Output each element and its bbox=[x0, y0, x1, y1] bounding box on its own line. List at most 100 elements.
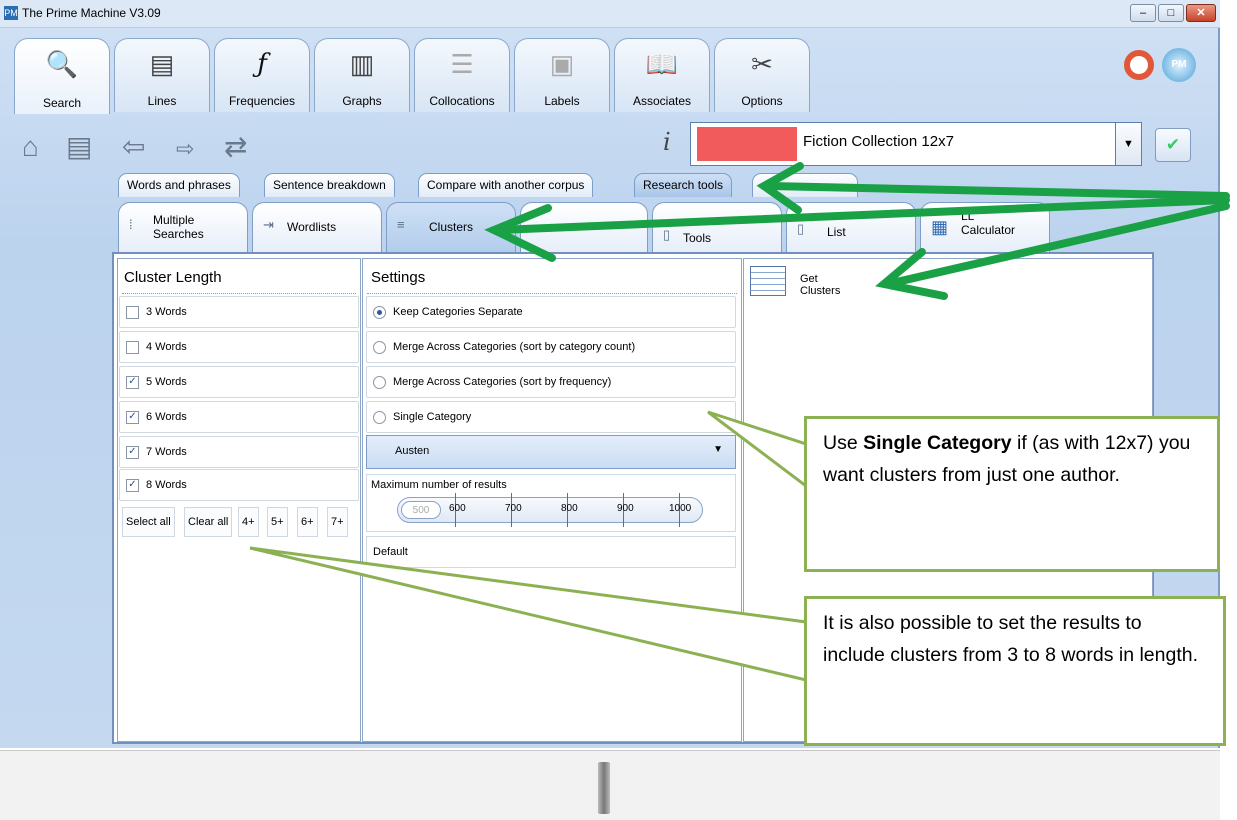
max-results-field: Maximum number of results 600 700 800 90… bbox=[366, 474, 736, 532]
tab-options-label: Options bbox=[741, 94, 783, 108]
radio-button[interactable] bbox=[373, 376, 386, 389]
maximize-button[interactable]: □ bbox=[1158, 4, 1184, 22]
slider-thumb[interactable]: 500 bbox=[401, 501, 441, 519]
slider-tick-label: 900 bbox=[617, 503, 634, 514]
app-icon: PM bbox=[4, 6, 18, 20]
subtab-compare-corpus[interactable]: Compare with another corpus bbox=[418, 173, 594, 197]
title-bar: PM The Prime Machine V3.09 – □ ✕ bbox=[0, 0, 1220, 28]
cluster-option-4[interactable]: 4 Words bbox=[119, 331, 359, 363]
radio-button[interactable] bbox=[373, 411, 386, 424]
six-plus-button[interactable]: 6+ bbox=[297, 507, 318, 537]
tooltab-ll-calculator[interactable]: ▦ LL Calculator bbox=[920, 202, 1050, 252]
info-icon[interactable]: i bbox=[663, 128, 671, 156]
category-select[interactable]: Austen ▼ bbox=[366, 435, 736, 469]
collocations-icon: ☰ bbox=[450, 49, 474, 79]
tab-labels-label: Labels bbox=[544, 94, 580, 108]
callout-cluster-length: It is also possible to set the results t… bbox=[804, 596, 1226, 746]
add-list-icon[interactable]: ▤ bbox=[66, 132, 92, 162]
home-icon[interactable]: ⌂ bbox=[22, 132, 39, 162]
cluster-option-3[interactable]: 3 Words bbox=[119, 296, 359, 328]
minimize-button[interactable]: – bbox=[1130, 4, 1156, 22]
connect-corpus-icon[interactable]: ✔ bbox=[1155, 128, 1191, 162]
tooltab-tools[interactable]: ▯ Tools bbox=[652, 202, 782, 252]
cluster-option-7[interactable]: ✓ 7 Words bbox=[119, 436, 359, 468]
cluster-option-5[interactable]: ✓ 5 Words bbox=[119, 366, 359, 398]
divider bbox=[122, 293, 356, 294]
wordlists-icon: ⇥ bbox=[263, 217, 274, 232]
checkbox[interactable] bbox=[126, 306, 139, 319]
slider-tick-label: 800 bbox=[561, 503, 578, 514]
corpus-name: Fiction Collection 12x7 bbox=[803, 133, 954, 150]
tooltab-label: List bbox=[827, 225, 846, 239]
radio-button-selected[interactable] bbox=[373, 306, 386, 319]
cluster-option-8[interactable]: ✓ 8 Words bbox=[119, 469, 359, 501]
get-clusters-button[interactable]: Get Clusters bbox=[750, 264, 860, 298]
radio-single-category[interactable]: Single Category bbox=[366, 401, 736, 433]
subtab-words-and-phrases[interactable]: Words and phrases bbox=[118, 173, 240, 197]
corpus-color-swatch bbox=[697, 127, 797, 161]
calculator-icon: ▦ bbox=[931, 217, 949, 237]
globe-pm-icon[interactable]: PM bbox=[1162, 48, 1196, 82]
tooltab-wordlists[interactable]: ⇥ Wordlists bbox=[252, 202, 382, 252]
tab-labels[interactable]: ▣ Labels bbox=[514, 38, 610, 112]
clusters-icon: ≡ bbox=[397, 217, 405, 232]
max-results-label: Maximum number of results bbox=[371, 479, 507, 491]
get-clusters-label: Get Clusters bbox=[800, 273, 841, 297]
window-title: The Prime Machine V3.09 bbox=[22, 6, 161, 20]
slider-tick-label: 700 bbox=[505, 503, 522, 514]
function-icon: ƒ bbox=[257, 49, 267, 79]
subtab-research-tools[interactable]: Research tools bbox=[634, 173, 733, 197]
clear-all-button[interactable]: Clear all bbox=[184, 507, 233, 537]
tab-frequencies[interactable]: ƒ Frequencies bbox=[214, 38, 310, 112]
radio-merge-category-count[interactable]: Merge Across Categories (sort by categor… bbox=[366, 331, 736, 363]
labels-icon: ▣ bbox=[549, 49, 575, 79]
divider bbox=[367, 293, 737, 294]
tab-lines[interactable]: ▤ Lines bbox=[114, 38, 210, 112]
tab-graphs[interactable]: ▥ Graphs bbox=[314, 38, 410, 112]
status-area bbox=[0, 750, 1220, 820]
bar-chart-icon: ▥ bbox=[349, 49, 375, 79]
tab-lines-label: Lines bbox=[147, 94, 177, 108]
tab-collocations-label: Collocations bbox=[429, 94, 495, 108]
checkbox-checked[interactable]: ✓ bbox=[126, 411, 139, 424]
checkbox-checked[interactable]: ✓ bbox=[126, 446, 139, 459]
tab-graphs-label: Graphs bbox=[342, 94, 382, 108]
radio-button[interactable] bbox=[373, 341, 386, 354]
category-value: Austen bbox=[395, 445, 430, 457]
tooltab-list[interactable]: ▯ List bbox=[786, 202, 916, 252]
tab-collocations[interactable]: ☰ Collocations bbox=[414, 38, 510, 112]
cluster-option-6[interactable]: ✓ 6 Words bbox=[119, 401, 359, 433]
default-button[interactable]: Default bbox=[366, 536, 736, 568]
radio-merge-frequency[interactable]: Merge Across Categories (sort by frequen… bbox=[366, 366, 736, 398]
tooltab-label: Multiple Searches bbox=[153, 213, 204, 241]
five-plus-button[interactable]: 5+ bbox=[267, 507, 288, 537]
close-button[interactable]: ✕ bbox=[1186, 4, 1216, 22]
subtab-extra[interactable] bbox=[752, 173, 858, 197]
max-results-slider[interactable] bbox=[397, 497, 703, 523]
search-icon: 🔍 bbox=[45, 49, 79, 79]
seven-plus-button[interactable]: 7+ bbox=[327, 507, 348, 537]
checkbox-checked[interactable]: ✓ bbox=[126, 479, 139, 492]
tooltab-hidden[interactable] bbox=[520, 202, 648, 252]
four-plus-button[interactable]: 4+ bbox=[238, 507, 259, 537]
back-arrow-icon[interactable]: ⇦ bbox=[122, 132, 145, 162]
forward-arrow-icon[interactable]: ⇨ bbox=[176, 134, 194, 164]
slider-tick-label: 600 bbox=[449, 503, 466, 514]
select-all-button[interactable]: Select all bbox=[122, 507, 175, 537]
subtab-sentence-breakdown[interactable]: Sentence breakdown bbox=[264, 173, 395, 197]
swap-arrows-icon[interactable]: ⇄ bbox=[224, 132, 247, 162]
tooltab-clusters[interactable]: ≡ Clusters bbox=[386, 202, 516, 252]
tab-options[interactable]: ✂ Options bbox=[714, 38, 810, 112]
radio-keep-separate[interactable]: Keep Categories Separate bbox=[366, 296, 736, 328]
chevron-down-icon[interactable]: ▼ bbox=[1116, 122, 1142, 166]
tooltab-multiple-searches[interactable]: ⁞ Multiple Searches bbox=[118, 202, 248, 252]
help-lifebuoy-icon[interactable] bbox=[1124, 50, 1154, 80]
tab-associates[interactable]: 📖 Associates bbox=[614, 38, 710, 112]
corpus-selector[interactable]: Fiction Collection 12x7 bbox=[690, 122, 1116, 166]
lines-icon: ▤ bbox=[149, 49, 175, 79]
splitter-handle[interactable] bbox=[598, 762, 610, 814]
tooltab-label: Clusters bbox=[429, 220, 474, 234]
checkbox-checked[interactable]: ✓ bbox=[126, 376, 139, 389]
checkbox[interactable] bbox=[126, 341, 139, 354]
tab-search[interactable]: 🔍 Search bbox=[14, 38, 110, 114]
